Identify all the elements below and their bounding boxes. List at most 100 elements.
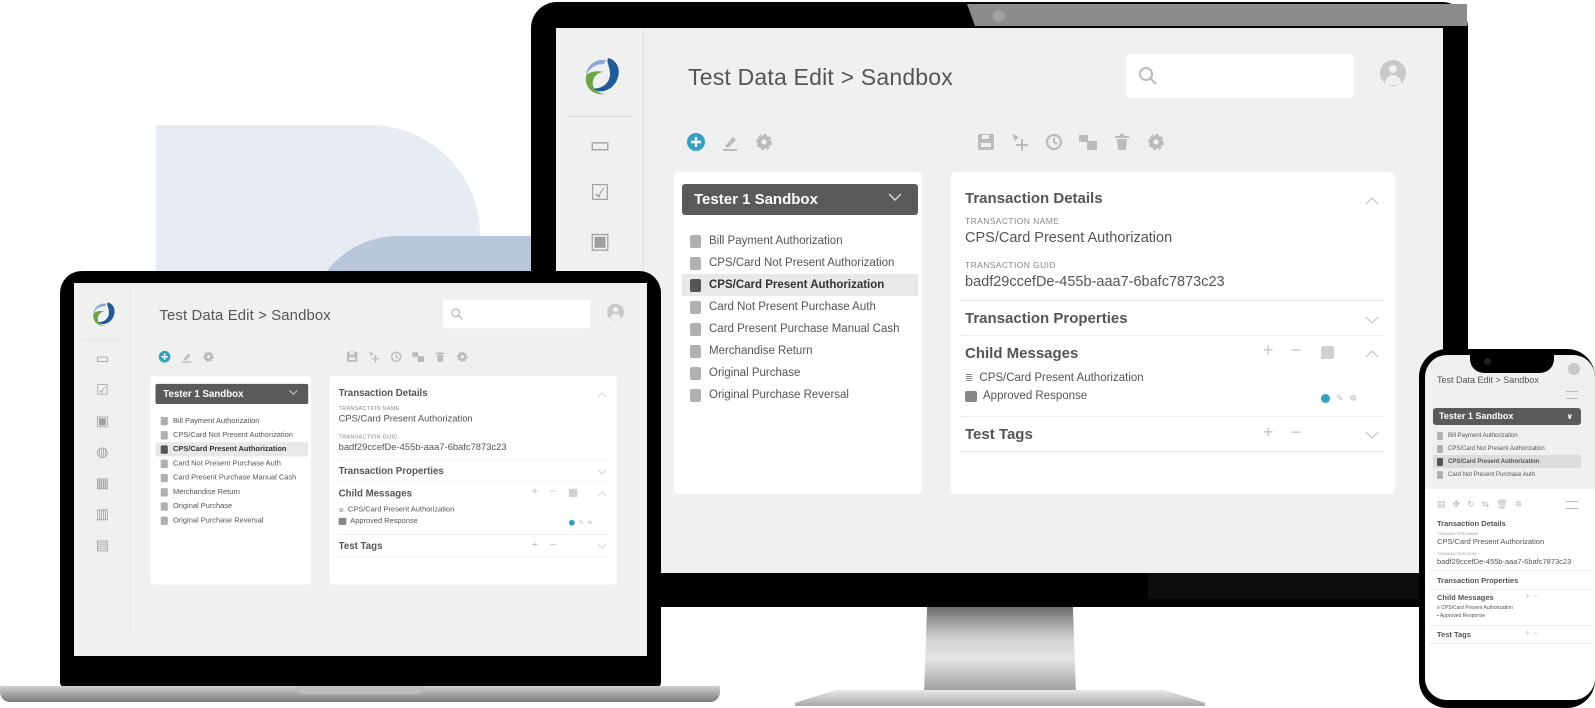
section-title-transaction-details[interactable]: Transaction Details	[965, 190, 1103, 207]
report-touch-icon[interactable]: ▥	[93, 506, 111, 523]
child-message[interactable]: Approved Response	[965, 390, 1087, 402]
history-icon[interactable]	[390, 350, 403, 363]
add-child-icon[interactable]: +	[1263, 340, 1274, 361]
remove-tag-icon[interactable]: −	[550, 538, 557, 552]
add-icon[interactable]	[158, 350, 171, 363]
add-child-icon[interactable]: +	[531, 485, 538, 499]
add-icon[interactable]	[568, 519, 575, 526]
copy-child-icon[interactable]	[1321, 346, 1334, 359]
plus-icon[interactable]: +	[1525, 591, 1530, 601]
edit-icon[interactable]	[720, 132, 740, 152]
section-title[interactable]: Transaction Properties	[1437, 576, 1518, 585]
checklist-card-icon[interactable]: ☑	[93, 381, 111, 398]
edit-icon[interactable]: ✎	[579, 519, 584, 526]
section-title-transaction-properties[interactable]: Transaction Properties	[965, 310, 1128, 327]
child-message[interactable]: ≡ CPS/Card Present Authorization	[1437, 605, 1513, 611]
transaction-item[interactable]: Original Purchase Reversal	[156, 513, 309, 527]
save-icon[interactable]: ▤	[1437, 499, 1446, 510]
add-icon[interactable]	[686, 132, 706, 152]
globe-sync-icon[interactable]: ◍	[93, 443, 111, 460]
save-icon[interactable]	[346, 350, 359, 363]
remove-tag-icon[interactable]: −	[1291, 422, 1302, 443]
transaction-item[interactable]: Bill Payment Authorization	[1433, 429, 1581, 442]
windows-icon[interactable]: ▭	[93, 350, 111, 367]
add-tag-icon[interactable]: +	[1263, 422, 1274, 443]
windows-icon[interactable]: ▭	[586, 132, 614, 158]
sandbox-dropdown[interactable]: Tester 1 Sandbox	[155, 383, 309, 404]
section-title[interactable]: Child Messages	[1437, 593, 1494, 602]
gear-icon[interactable]	[1146, 132, 1166, 152]
transaction-item[interactable]: Card Not Present Purchase Auth	[156, 456, 309, 470]
edit-icon[interactable]	[180, 350, 193, 363]
transaction-item[interactable]: CPS/Card Present Authorization	[155, 442, 309, 457]
trash-icon[interactable]	[1112, 132, 1132, 152]
save-icon[interactable]	[976, 132, 996, 152]
checklist-card-icon[interactable]: ☑	[586, 180, 614, 206]
transaction-item[interactable]: Merchandise Return	[682, 340, 918, 362]
transaction-item[interactable]: CPS/Card Not Present Authorization	[682, 252, 918, 274]
chevron-down-icon[interactable]	[1365, 430, 1379, 440]
child-message[interactable]: ≣ CPS/Card Present Authorization	[965, 372, 1144, 384]
gear-icon[interactable]	[754, 132, 774, 152]
menu-icon[interactable]	[1566, 501, 1578, 509]
remove-child-icon[interactable]: −	[550, 485, 557, 499]
gear-icon[interactable]: ✲	[1515, 499, 1523, 510]
transaction-item[interactable]: Original Purchase Reversal	[682, 384, 918, 406]
trash-icon[interactable]: 🗑︎	[1496, 499, 1507, 510]
card-check-icon[interactable]: ▣	[93, 412, 111, 429]
section-title-test-tags[interactable]: Test Tags	[339, 541, 383, 552]
transaction-item[interactable]: Card Not Present Purchase Auth	[682, 296, 918, 318]
chevron-up-icon[interactable]	[1365, 349, 1379, 359]
history-icon[interactable]: ↻	[1467, 499, 1475, 510]
search-input[interactable]	[442, 299, 591, 329]
section-title[interactable]: Test Tags	[1437, 630, 1471, 639]
remove-child-icon[interactable]: −	[1291, 340, 1302, 361]
minus-icon[interactable]: −	[1533, 628, 1538, 638]
transaction-item[interactable]: Merchandise Return	[156, 485, 309, 499]
move-icon[interactable]	[368, 350, 381, 363]
avatar[interactable]	[1568, 363, 1580, 375]
add-icon[interactable]	[1321, 394, 1330, 403]
child-message[interactable]: ≣ CPS/Card Present Authorization	[339, 506, 455, 514]
chevron-down-icon[interactable]	[597, 469, 607, 475]
transaction-item[interactable]: CPS/Card Present Authorization	[1433, 455, 1581, 468]
chevron-down-icon[interactable]	[1365, 315, 1379, 325]
card-check-icon[interactable]: ▣	[586, 228, 614, 254]
minus-icon[interactable]: −	[1533, 591, 1538, 601]
transaction-item[interactable]: Bill Payment Authorization	[156, 414, 309, 428]
transaction-item[interactable]: Card Not Present Purchase Auth	[1433, 468, 1581, 481]
avatar[interactable]	[1380, 60, 1406, 86]
gear-icon[interactable]	[202, 350, 215, 363]
gear-icon[interactable]: ✲	[1350, 393, 1358, 404]
transfer-icon[interactable]	[412, 350, 425, 363]
child-message[interactable]: Approved Response	[338, 517, 418, 525]
transaction-item[interactable]: Bill Payment Authorization	[682, 230, 918, 252]
move-icon[interactable]	[1010, 132, 1030, 152]
section-title-child-messages[interactable]: Child Messages	[965, 345, 1078, 362]
transaction-item[interactable]: CPS/Card Present Authorization	[682, 274, 918, 296]
search-input[interactable]	[1126, 54, 1354, 98]
copy-child-icon[interactable]	[568, 488, 578, 498]
plus-icon[interactable]: +	[1525, 628, 1530, 638]
child-message[interactable]: ▪ Approved Response	[1437, 613, 1485, 619]
section-title-transaction-properties[interactable]: Transaction Properties	[339, 465, 444, 476]
transaction-item[interactable]: Original Purchase	[682, 362, 918, 384]
transaction-item[interactable]: Card Present Purchase Manual Cash	[682, 318, 918, 340]
chevron-down-icon[interactable]	[597, 543, 607, 549]
section-title-transaction-details[interactable]: Transaction Details	[339, 388, 428, 399]
transfer-icon[interactable]: ⇆	[1482, 499, 1490, 510]
avatar[interactable]	[607, 303, 624, 321]
sandbox-dropdown[interactable]: Tester 1 Sandbox ∨	[1433, 408, 1581, 425]
calendar-search-icon[interactable]: ▦	[93, 475, 111, 492]
transaction-item[interactable]: CPS/Card Not Present Authorization	[1433, 442, 1581, 455]
sandbox-dropdown[interactable]: Tester 1 Sandbox	[682, 184, 918, 215]
section-title-test-tags[interactable]: Test Tags	[965, 426, 1033, 443]
section-title-child-messages[interactable]: Child Messages	[339, 488, 412, 499]
transaction-item[interactable]: CPS/Card Not Present Authorization	[156, 428, 309, 442]
menu-icon[interactable]	[1566, 391, 1578, 399]
trash-icon[interactable]	[434, 350, 447, 363]
gear-icon[interactable]	[456, 350, 469, 363]
chevron-up-icon[interactable]	[597, 491, 607, 497]
chevron-up-icon[interactable]	[597, 392, 607, 398]
chevron-up-icon[interactable]	[1365, 196, 1379, 206]
